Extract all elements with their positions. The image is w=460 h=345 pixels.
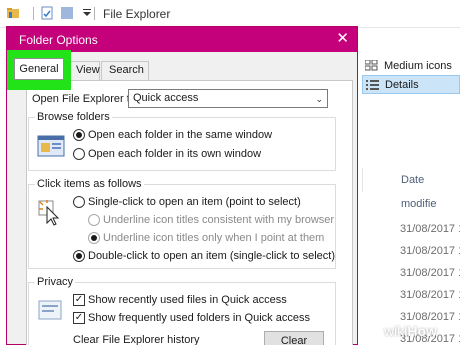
same-window-label: Open each folder in the same window (88, 129, 273, 141)
clear-button[interactable]: Clear (264, 331, 324, 345)
single-click-label: Single-click to open an item (point to s… (88, 196, 301, 208)
folder-window-icon (37, 135, 65, 157)
explorer-content: Medium icons Details Date modifie 31/08/… (362, 28, 460, 345)
underline-browser-label: Underline icon titles consistent with my… (103, 214, 335, 226)
medium-icons-label: Medium icons (384, 59, 452, 72)
date-modified-header[interactable]: Date modifie (362, 168, 460, 210)
underline-browser-radio (88, 214, 100, 226)
single-click-option[interactable]: Single-click to open an item (point to s… (73, 196, 301, 208)
details-option[interactable]: Details (362, 75, 460, 94)
double-click-label: Double-click to open an item (single-cli… (88, 250, 335, 262)
privacy-shield-icon (38, 300, 62, 320)
close-icon[interactable]: ✕ (336, 30, 349, 48)
chevron-down-icon: ⌄ (315, 94, 323, 104)
date-cell: 31/08/2017 1 (400, 267, 460, 279)
same-window-radio[interactable] (73, 129, 85, 141)
open-explorer-value: Quick access (133, 92, 199, 104)
explorer-titlebar: File Explorer (0, 0, 460, 28)
details-label: Details (385, 78, 419, 91)
underline-point-radio (88, 232, 100, 244)
separator (33, 7, 34, 20)
frequent-folders-label: Show frequently used folders in Quick ac… (88, 312, 310, 324)
single-click-radio[interactable] (73, 196, 85, 208)
underline-browser-option: Underline icon titles consistent with my… (88, 214, 334, 226)
general-tab-content: Open File Explorer to: Quick access ⌄ Br… (20, 80, 353, 345)
own-window-radio[interactable] (73, 148, 85, 160)
check-icon[interactable]: ✓ (73, 312, 85, 324)
open-explorer-label: Open File Explorer to: (32, 93, 139, 105)
own-window-label: Open each folder in its own window (88, 148, 262, 160)
tab-view[interactable]: View (68, 61, 100, 80)
click-items-group: Click items as follows Single-click to o… (28, 178, 336, 269)
open-explorer-select[interactable]: Quick access ⌄ (128, 89, 328, 108)
folder-icon[interactable] (6, 6, 20, 20)
frequent-folders-option[interactable]: ✓ Show frequently used folders in Quick … (73, 312, 310, 324)
underline-point-label: Underline icon titles only when I point … (103, 232, 325, 244)
medium-icons-option[interactable]: Medium icons (362, 56, 460, 75)
click-items-title: Click items as follows (35, 178, 144, 190)
privacy-title: Privacy (35, 276, 76, 288)
dialog-title: Folder Options (19, 33, 98, 47)
double-click-option[interactable]: Double-click to open an item (single-cli… (73, 250, 335, 262)
details-view-icon (366, 80, 379, 90)
browse-folders-group: Browse folders Open each folder in the s… (28, 111, 336, 171)
tab-general[interactable]: General (14, 58, 64, 80)
clear-history-label: Clear File Explorer history (73, 334, 200, 345)
browse-folders-title: Browse folders (35, 111, 112, 123)
folder-options-dialog: Folder Options ✕ View Search General Ope… (6, 26, 358, 345)
date-cell: 31/08/2017 1 (400, 223, 460, 235)
watermark-how: How (407, 323, 437, 339)
recent-files-label: Show recently used files in Quick access (88, 294, 287, 306)
separator (94, 7, 95, 20)
tab-search[interactable]: Search (101, 61, 149, 80)
new-folder-icon[interactable] (60, 6, 74, 20)
watermark-wiki: wiki (384, 323, 408, 339)
underline-point-option: Underline icon titles only when I point … (88, 232, 324, 244)
own-window-option[interactable]: Open each folder in its own window (73, 148, 261, 160)
pointer-click-icon (38, 200, 60, 226)
properties-icon[interactable] (40, 6, 54, 20)
customize-qa-icon[interactable] (80, 6, 94, 20)
date-cell: 31/08/2017 1 (400, 245, 460, 257)
window-title: File Explorer (103, 7, 171, 21)
wikihow-watermark: wikiHow (384, 323, 437, 339)
same-window-option[interactable]: Open each folder in the same window (73, 129, 272, 141)
dialog-titlebar: Folder Options ✕ (7, 27, 357, 52)
check-icon[interactable]: ✓ (73, 294, 85, 306)
double-click-radio[interactable] (73, 250, 85, 262)
recent-files-option[interactable]: ✓ Show recently used files in Quick acce… (73, 294, 287, 306)
date-cell: 31/08/2017 1 (400, 289, 460, 301)
medium-icons-icon (365, 60, 378, 71)
